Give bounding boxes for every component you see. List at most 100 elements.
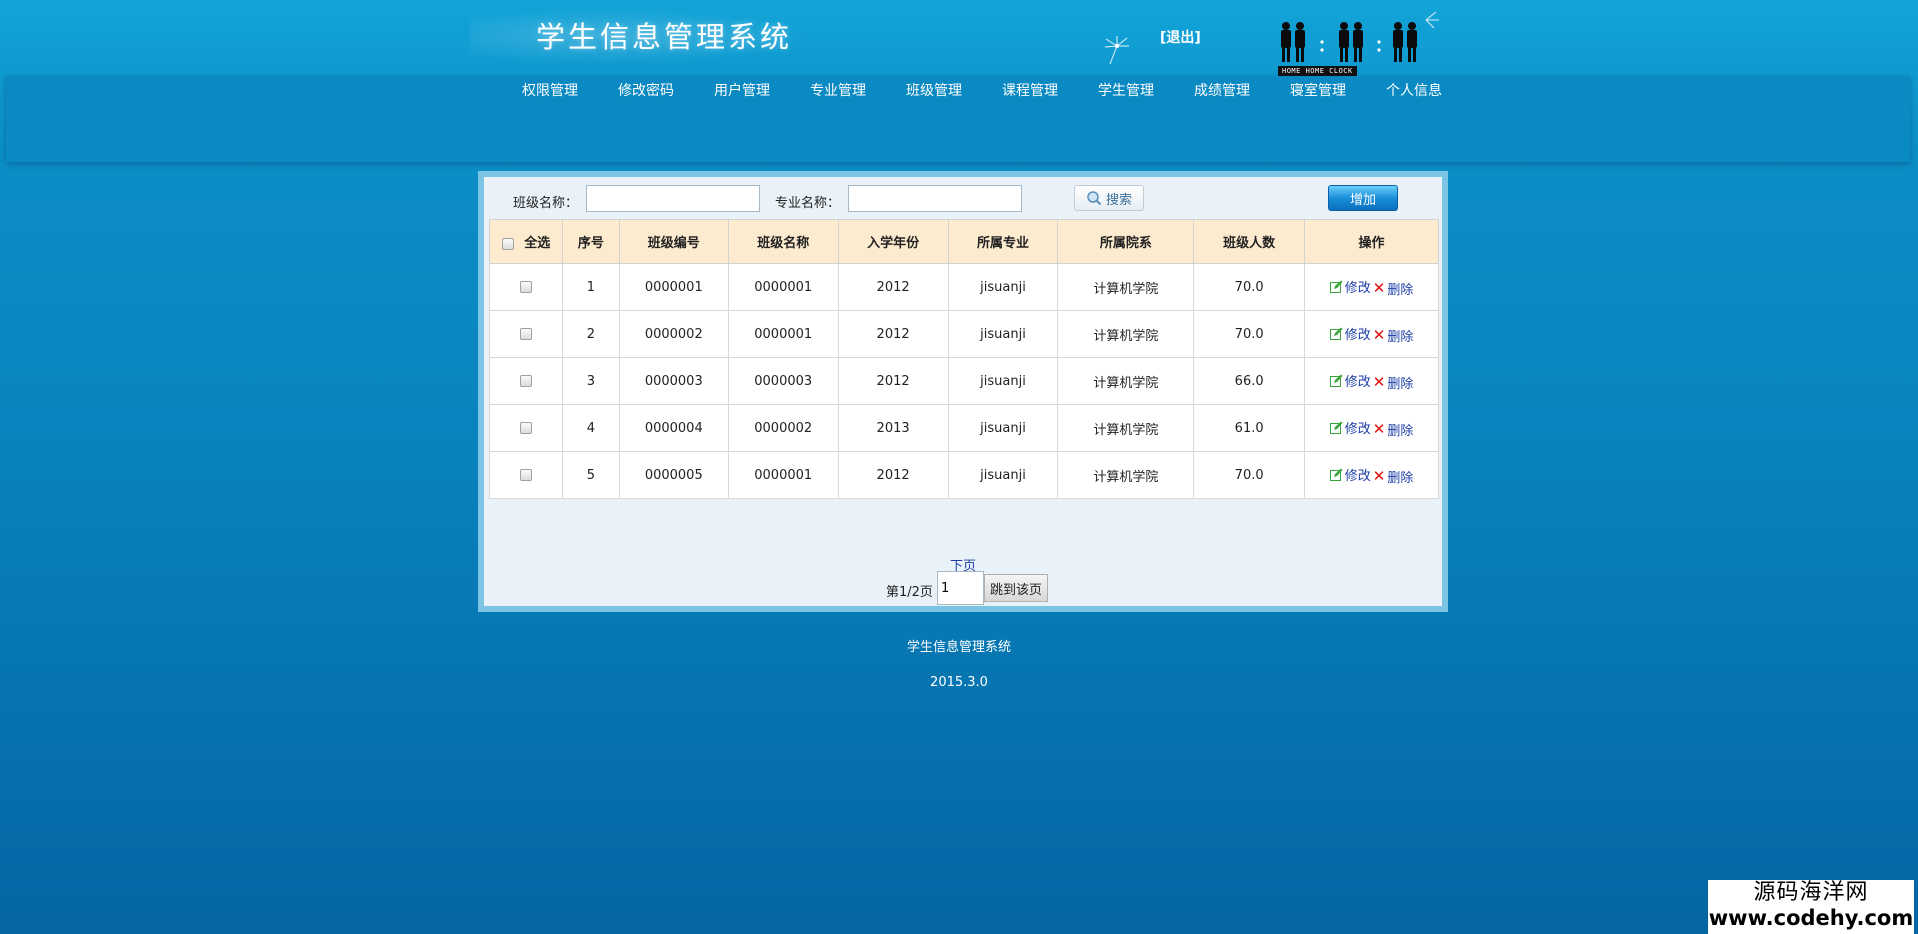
page-info: 第1/2页 bbox=[886, 585, 933, 600]
cell-major: jisuanji bbox=[947, 451, 1059, 499]
class-table: 全选 序号 班级编号 班级名称 入学年份 所属专业 所属院系 班级人数 操作 1… bbox=[489, 219, 1439, 499]
edit-action[interactable]: 修改 bbox=[1329, 418, 1371, 437]
edit-link[interactable]: 修改 bbox=[1345, 324, 1371, 343]
row-checkbox[interactable] bbox=[519, 422, 532, 434]
jump-to-page-button[interactable]: 跳到该页 bbox=[984, 574, 1048, 602]
row-checkbox[interactable] bbox=[519, 281, 532, 293]
delete-action[interactable]: ✕ 删除 bbox=[1373, 420, 1414, 439]
cell-major: jisuanji bbox=[947, 357, 1059, 405]
cell-major: jisuanji bbox=[947, 404, 1059, 452]
page-number-input[interactable] bbox=[937, 571, 984, 605]
delete-link[interactable]: 删除 bbox=[1387, 373, 1413, 392]
row-checkbox[interactable] bbox=[519, 375, 532, 387]
cell-department: 计算机学院 bbox=[1057, 310, 1195, 358]
cell-index: 2 bbox=[561, 310, 620, 358]
logout-link[interactable]: [退出] bbox=[1160, 27, 1201, 47]
nav-item-users[interactable]: 用户管理 bbox=[694, 80, 790, 100]
cell-class-code: 0000003 bbox=[618, 357, 729, 405]
delete-action[interactable]: ✕ 删除 bbox=[1373, 326, 1414, 345]
pagination: 下页 第1/2页 跳到该页 bbox=[484, 555, 1442, 615]
cell-department: 计算机学院 bbox=[1057, 451, 1195, 499]
edit-action[interactable]: 修改 bbox=[1329, 465, 1371, 484]
nav-item-students[interactable]: 学生管理 bbox=[1078, 80, 1174, 100]
delete-link[interactable]: 删除 bbox=[1387, 326, 1413, 345]
cell-class-name: 0000003 bbox=[727, 357, 839, 405]
search-icon bbox=[1087, 191, 1102, 206]
footer-version: 2015.3.0 bbox=[930, 675, 988, 690]
cell-index: 5 bbox=[561, 451, 620, 499]
nav-item-profile[interactable]: 个人信息 bbox=[1366, 80, 1462, 100]
cell-class-name: 0000001 bbox=[727, 310, 839, 358]
footer-title: 学生信息管理系统 bbox=[906, 640, 1011, 655]
cell-count: 61.0 bbox=[1193, 404, 1306, 452]
nav-item-permissions[interactable]: 权限管理 bbox=[502, 80, 598, 100]
edit-link[interactable]: 修改 bbox=[1345, 277, 1371, 296]
delete-link[interactable]: 删除 bbox=[1387, 467, 1413, 486]
class-name-input[interactable] bbox=[586, 185, 760, 212]
cell-class-name: 0000001 bbox=[727, 263, 839, 311]
main-panel: 班级名称： 专业名称： 搜索 增加 全选 序号 班级编号 班级名称 入学年份 所… bbox=[478, 171, 1448, 612]
cell-actions: 修改 ✕ 删除 bbox=[1304, 310, 1439, 358]
header: 学生信息管理系统 [退出] HOME HOME CLOCK bbox=[0, 0, 1918, 76]
cell-index: 1 bbox=[561, 263, 620, 311]
select-all-label: 全选 bbox=[524, 236, 551, 251]
edit-action[interactable]: 修改 bbox=[1329, 371, 1371, 390]
row-checkbox[interactable] bbox=[519, 469, 532, 481]
cell-class-code: 0000005 bbox=[618, 451, 729, 499]
cell-enroll-year: 2012 bbox=[837, 357, 949, 405]
cell-index: 4 bbox=[561, 404, 620, 452]
select-all-header: 全选 bbox=[489, 219, 563, 264]
edit-icon bbox=[1329, 421, 1343, 434]
edit-link[interactable]: 修改 bbox=[1345, 371, 1371, 390]
cell-enroll-year: 2012 bbox=[837, 310, 949, 358]
delete-icon: ✕ bbox=[1372, 466, 1386, 485]
watermark-name: 源码海洋网 bbox=[1753, 880, 1869, 905]
nav-item-grades[interactable]: 成绩管理 bbox=[1174, 80, 1270, 100]
cell-actions: 修改 ✕ 删除 bbox=[1304, 404, 1439, 452]
nav-item-change-password[interactable]: 修改密码 bbox=[598, 80, 694, 100]
cell-major: jisuanji bbox=[947, 310, 1059, 358]
delete-link[interactable]: 删除 bbox=[1387, 420, 1413, 439]
add-button[interactable]: 增加 bbox=[1328, 185, 1398, 211]
nav-item-majors[interactable]: 专业管理 bbox=[790, 80, 886, 100]
edit-action[interactable]: 修改 bbox=[1329, 277, 1371, 296]
clock-figures-icon bbox=[1281, 11, 1439, 62]
table-row: 3 0000003 0000003 2012 jisuanji 计算机学院 66.0 修改 ✕ 删… bbox=[489, 357, 1439, 405]
cell-count: 70.0 bbox=[1193, 310, 1306, 358]
table-row: 5 0000005 0000001 2012 jisuanji 计算机学院 70.0 修改 ✕ 删… bbox=[489, 451, 1439, 499]
cell-enroll-year: 2012 bbox=[837, 263, 949, 311]
edit-icon bbox=[1329, 374, 1343, 387]
edit-link[interactable]: 修改 bbox=[1345, 465, 1371, 484]
app-title: 学生信息管理系统 bbox=[536, 20, 793, 54]
nav-item-courses[interactable]: 课程管理 bbox=[982, 80, 1078, 100]
select-all-checkbox[interactable] bbox=[501, 237, 514, 250]
main-nav: 权限管理 修改密码 用户管理 专业管理 班级管理 课程管理 学生管理 成绩管理 … bbox=[6, 76, 1910, 162]
cell-count: 70.0 bbox=[1193, 263, 1306, 311]
edit-action[interactable]: 修改 bbox=[1329, 324, 1371, 343]
panel-content: 班级名称： 专业名称： 搜索 增加 全选 序号 班级编号 班级名称 入学年份 所… bbox=[484, 177, 1442, 606]
col-actions: 操作 bbox=[1304, 219, 1439, 264]
nav-item-dorms[interactable]: 寝室管理 bbox=[1270, 80, 1366, 100]
major-name-input[interactable] bbox=[848, 185, 1022, 212]
row-select-cell bbox=[489, 263, 563, 311]
search-button[interactable]: 搜索 bbox=[1074, 185, 1144, 211]
delete-link[interactable]: 删除 bbox=[1387, 279, 1413, 298]
cell-enroll-year: 2012 bbox=[837, 451, 949, 499]
nav-item-classes[interactable]: 班级管理 bbox=[886, 80, 982, 100]
col-count: 班级人数 bbox=[1193, 219, 1306, 264]
cell-department: 计算机学院 bbox=[1057, 263, 1195, 311]
edit-icon bbox=[1329, 468, 1343, 481]
delete-action[interactable]: ✕ 删除 bbox=[1373, 279, 1414, 298]
edit-icon bbox=[1329, 327, 1343, 340]
major-name-label: 专业名称： bbox=[775, 196, 841, 211]
cell-index: 3 bbox=[561, 357, 620, 405]
cell-major: jisuanji bbox=[947, 263, 1059, 311]
delete-action[interactable]: ✕ 删除 bbox=[1373, 373, 1414, 392]
delete-action[interactable]: ✕ 删除 bbox=[1373, 467, 1414, 486]
delete-icon: ✕ bbox=[1372, 325, 1386, 344]
col-major: 所属专业 bbox=[947, 219, 1059, 264]
edit-link[interactable]: 修改 bbox=[1345, 418, 1371, 437]
col-index: 序号 bbox=[561, 219, 620, 264]
row-checkbox[interactable] bbox=[519, 328, 532, 340]
delete-icon: ✕ bbox=[1372, 419, 1386, 438]
